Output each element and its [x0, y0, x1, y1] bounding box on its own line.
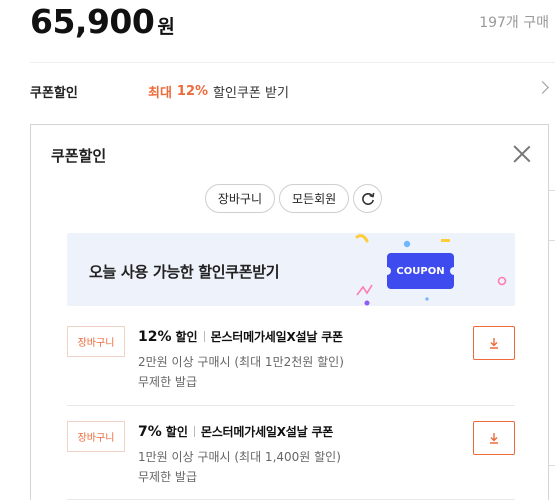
coupon-limit: 무제한 발급: [138, 470, 198, 484]
filter-chips: 장바구니 모든회원: [31, 184, 548, 213]
coupon-badge: 장바구니: [67, 326, 125, 357]
coupon-name: 몬스터메가세일X설날 쿠폰: [200, 425, 334, 439]
price-value: 65,900: [30, 2, 155, 41]
coupon-popup: 쿠폰할인 장바구니 모든회원 오늘 사용 가능한 할인쿠폰받기 COUPON 장…: [30, 124, 549, 500]
coupon-ticket: COUPON: [383, 253, 458, 289]
coupon-head: 7% 할인 몬스터메가세일X설날 쿠폰: [138, 423, 333, 440]
filter-chip-cart[interactable]: 장바구니: [204, 184, 275, 213]
coupon-item: 장바구니 12% 할인 몬스터메가세일X설날 쿠폰 2만원 이상 구매시 (최대…: [67, 326, 515, 412]
coupon-ticket-label: COUPON: [396, 265, 445, 277]
coupon-row-text: 할인쿠폰 받기: [213, 85, 289, 101]
close-icon[interactable]: [513, 145, 531, 163]
divider: [203, 331, 205, 342]
download-coupon-button[interactable]: [473, 326, 515, 360]
divider: [67, 405, 515, 406]
coupon-condition: 2만원 이상 구매시 (최대 1만2천원 할인): [138, 355, 344, 369]
coupon-condition: 1만원 이상 구매시 (최대 1,400원 할인): [138, 450, 341, 464]
coupon-name: 몬스터메가세일X설날 쿠폰: [210, 330, 343, 344]
banner-text: 오늘 사용 가능한 할인쿠폰받기: [89, 263, 280, 281]
coupon-row-max-value: 12%: [176, 83, 209, 99]
refresh-button[interactable]: [353, 184, 383, 213]
purchase-count: 197개 구매: [479, 15, 549, 31]
coupon-banner[interactable]: 오늘 사용 가능한 할인쿠폰받기 COUPON: [67, 233, 515, 306]
filter-chip-all-members[interactable]: 모든회원: [279, 184, 350, 213]
coupon-discount-row[interactable]: 쿠폰할인 최대 12% 할인쿠폰 받기: [30, 80, 555, 102]
refresh-icon: [361, 192, 375, 205]
popup-title: 쿠폰할인: [51, 147, 107, 165]
divider: [549, 465, 555, 466]
divider: [30, 62, 555, 63]
coupon-row-label: 쿠폰할인: [30, 85, 78, 101]
coupon-limit: 무제한 발급: [138, 375, 198, 389]
download-icon: [490, 338, 498, 349]
coupon-head: 12% 할인 몬스터메가세일X설날 쿠폰: [138, 328, 343, 345]
coupon-percent: 12%: [138, 328, 172, 345]
coupon-row-max-label: 최대: [148, 85, 172, 101]
coupon-percent: 7%: [138, 423, 162, 440]
coupon-percent-suffix: 할인: [165, 425, 188, 439]
product-price: 65,900 원: [30, 2, 175, 41]
divider: [549, 240, 555, 241]
divider: [193, 426, 195, 437]
divider: [549, 190, 555, 191]
chevron-right-icon[interactable]: [536, 81, 549, 94]
coupon-percent-suffix: 할인: [175, 330, 198, 344]
coupon-badge: 장바구니: [67, 421, 125, 452]
download-icon: [490, 433, 498, 444]
coupon-item: 장바구니 7% 할인 몬스터메가세일X설날 쿠폰 1만원 이상 구매시 (최대 …: [67, 421, 515, 500]
download-coupon-button[interactable]: [473, 421, 515, 455]
price-unit: 원: [157, 16, 175, 38]
